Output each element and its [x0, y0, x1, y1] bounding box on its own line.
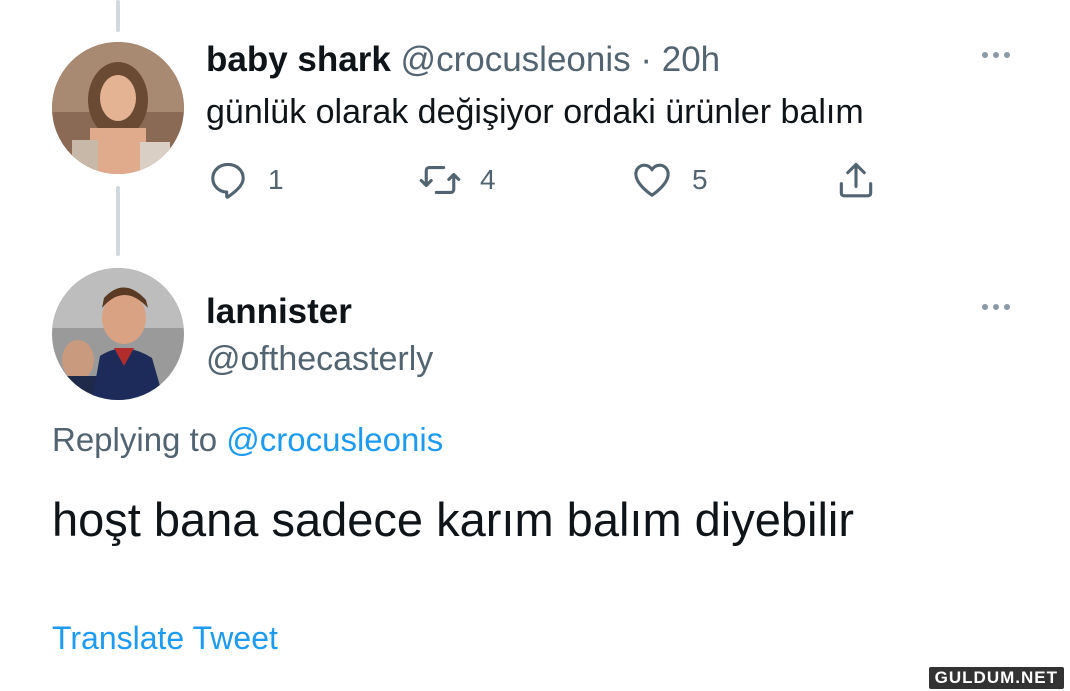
retweet-count: 4 [480, 164, 496, 195]
thread-line-top [116, 0, 120, 32]
like-button[interactable]: 5 [630, 158, 708, 202]
avatar-baby-shark[interactable] [52, 42, 184, 174]
translate-tweet-link[interactable]: Translate Tweet [52, 618, 278, 658]
heart-icon [634, 163, 670, 197]
tweet1-more-icon[interactable] [982, 52, 1010, 58]
tweet1-text: günlük olarak değişiyor ordaki ürünler b… [206, 93, 864, 131]
share-icon [839, 162, 873, 198]
avatar-lannister[interactable] [52, 268, 184, 400]
share-button[interactable] [834, 158, 878, 202]
tweet2-author-name[interactable]: lannister [206, 290, 352, 334]
tweet2-author-handle[interactable]: @ofthecasterly [206, 337, 433, 381]
replying-to-line: Replying to @crocusleonis [52, 418, 443, 462]
tweet1-header: baby shark @crocusleonis · 20h [206, 38, 720, 82]
tweet1-author-name[interactable]: baby shark [206, 40, 391, 79]
avatar-photo-woman [52, 42, 184, 174]
retweet-icon [419, 165, 461, 195]
reply-count: 1 [268, 164, 284, 195]
tweet1-author-handle[interactable]: @crocusleonis [401, 40, 631, 79]
tweet1-separator: · [640, 40, 653, 79]
tweet2-text: hoşt bana sadece karım balım diyebilir [52, 493, 855, 546]
retweet-button[interactable]: 4 [418, 158, 496, 202]
thread-line-middle [116, 186, 120, 256]
tweet1-timestamp[interactable]: 20h [662, 40, 720, 79]
like-count: 5 [692, 164, 708, 195]
reply-icon [211, 162, 245, 199]
replying-mention-link[interactable]: @crocusleonis [226, 421, 443, 458]
avatar-photo-man [52, 268, 184, 400]
replying-prefix: Replying to [52, 421, 218, 458]
tweet2-more-icon[interactable] [982, 304, 1010, 310]
watermark: GULDUM.NET [928, 667, 1064, 689]
tweet1-action-bar: 1 4 5 [206, 158, 886, 202]
reply-button[interactable]: 1 [206, 158, 284, 202]
